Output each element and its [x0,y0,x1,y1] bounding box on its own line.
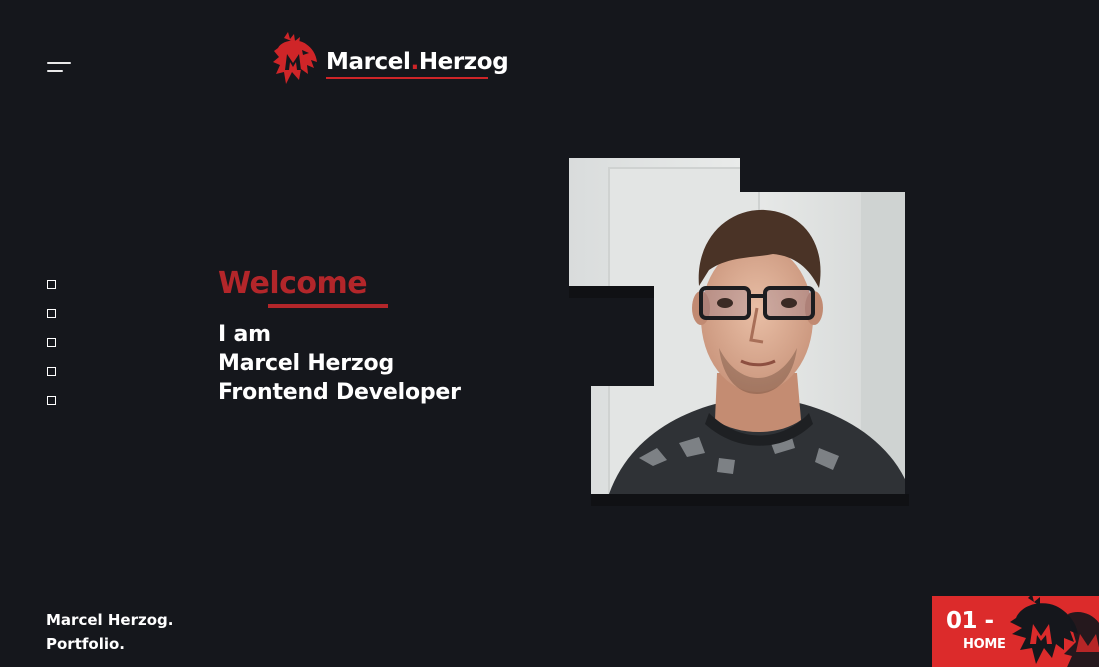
dragon-logo-icon [273,32,317,84]
section-nav-item-1[interactable] [47,280,56,289]
menu-bar-top [47,62,71,64]
logo-text: Marcel.Herzog [326,49,509,79]
dragon-watermark-icon [1010,596,1099,667]
logo-dot: . [410,49,419,75]
welcome-underline [268,304,388,308]
page-label: HOME [963,637,1006,652]
section-nav-item-4[interactable] [47,367,56,376]
welcome-heading: Welcome [218,264,388,308]
hero-line-1: I am [218,322,271,347]
logo-underline [326,77,489,79]
hero: Welcome I am Marcel Herzog Frontend Deve… [218,264,461,407]
section-nav-item-3[interactable] [47,338,56,347]
portrait-photo [569,158,909,508]
page-indicator: 01 - HOME [932,596,1099,667]
logo-last-name: Herzog [418,49,509,75]
hero-intro: I am Marcel Herzog Frontend Developer [218,320,461,407]
section-nav-item-2[interactable] [47,309,56,318]
site-logo[interactable]: Marcel.Herzog [272,32,509,88]
section-nav [47,280,59,425]
footer-brand: Marcel Herzog. Portfolio. [46,608,173,656]
portrait-illustration [569,158,909,506]
logo-first-name: Marcel [326,49,411,75]
footer-line-1: Marcel Herzog. [46,611,174,629]
section-nav-item-5[interactable] [47,396,56,405]
hero-line-2: Marcel Herzog [218,351,394,376]
hero-line-3: Frontend Developer [218,380,461,405]
page: Marcel.Herzog Welcome I am Marcel Herzog… [0,0,1099,667]
hamburger-menu-icon[interactable] [44,58,76,80]
welcome-text: Welcome [218,266,368,301]
page-number: 01 - [946,608,994,634]
footer-line-2: Portfolio. [46,635,125,653]
menu-bar-bottom [47,70,63,72]
